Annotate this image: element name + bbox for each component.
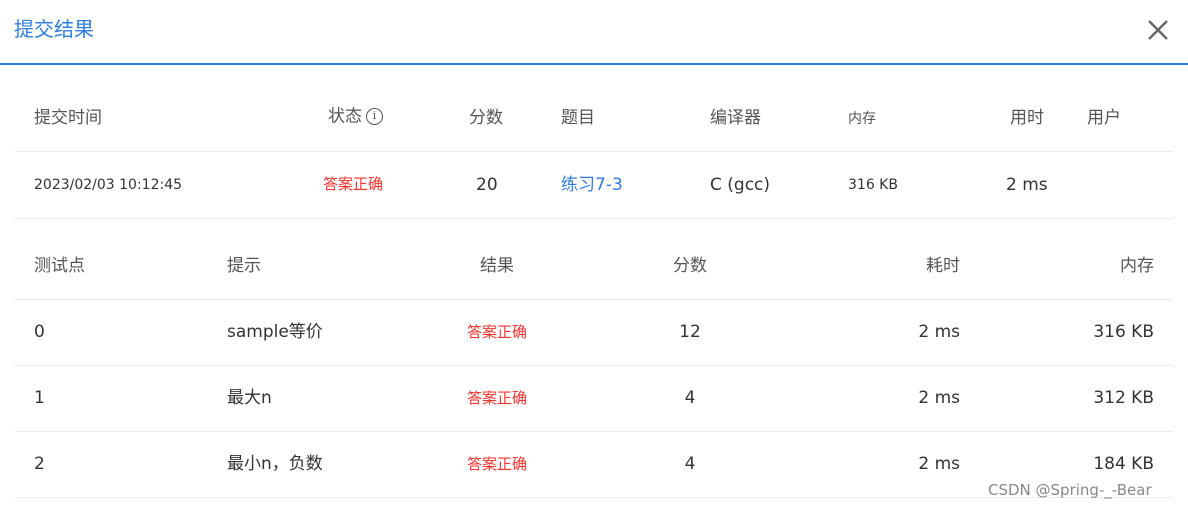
score: 20 (476, 175, 498, 195)
case-score: 4 (684, 388, 696, 408)
row-divider (14, 299, 1173, 300)
case-result: 答案正确 (466, 323, 528, 341)
submit-time: 2023/02/03 10:12:45 (34, 177, 183, 193)
watermark: CSDN @Spring-_-Bear (988, 481, 1152, 499)
case-score: 4 (684, 454, 696, 474)
header-user: 用户 (1087, 108, 1121, 128)
memory: 316 KB (848, 177, 898, 193)
case-time: 2 ms (918, 388, 960, 408)
compiler: C (gcc) (710, 175, 771, 195)
duration: 2 ms (1006, 175, 1048, 195)
dialog-title: 提交结果 (14, 17, 94, 41)
header-score: 分数 (673, 256, 707, 276)
header-score: 分数 (469, 108, 503, 128)
header-status: 状态 i (328, 108, 383, 126)
row-divider (14, 151, 1173, 152)
close-icon[interactable] (1145, 17, 1171, 43)
header-time: 耗时 (926, 256, 960, 276)
problem-link[interactable]: 练习7-3 (561, 177, 623, 194)
case-memory: 312 KB (1093, 388, 1154, 408)
case-id: 2 (34, 454, 45, 474)
header-problem: 题目 (561, 108, 595, 128)
header-time: 提交时间 (34, 108, 102, 128)
case-time: 2 ms (918, 454, 960, 474)
case-memory: 316 KB (1093, 322, 1154, 342)
case-time: 2 ms (918, 322, 960, 342)
row-divider (14, 218, 1173, 219)
status-badge: 答案正确 (323, 175, 384, 193)
case-id: 1 (34, 388, 45, 408)
info-icon[interactable]: i (366, 108, 383, 125)
header-case: 测试点 (34, 256, 85, 276)
case-result: 答案正确 (466, 455, 528, 473)
row-divider (14, 431, 1173, 432)
header-memory: 内存 (1120, 256, 1154, 276)
header-memory: 内存 (848, 111, 876, 127)
case-hint: 最小n，负数 (227, 454, 323, 474)
case-memory: 184 KB (1093, 454, 1154, 474)
header-divider (0, 63, 1188, 65)
case-id: 0 (34, 322, 45, 342)
header-hint: 提示 (227, 256, 261, 276)
case-hint: sample等价 (227, 322, 323, 342)
header-compiler: 编译器 (710, 108, 761, 128)
header-status-label: 状态 (328, 106, 362, 127)
case-result: 答案正确 (466, 389, 528, 407)
case-score: 12 (679, 322, 701, 342)
row-divider (14, 365, 1173, 366)
case-hint: 最大n (227, 388, 272, 408)
header-result: 结果 (480, 256, 514, 276)
header-duration: 用时 (1010, 108, 1044, 128)
